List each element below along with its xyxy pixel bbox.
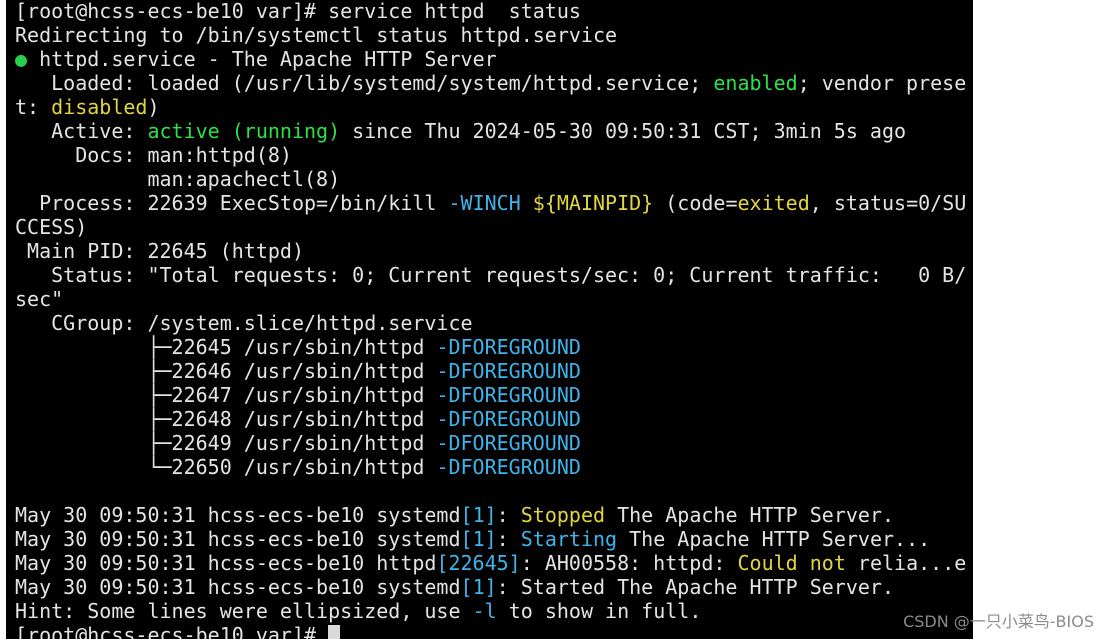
terminal-line: t: disabled)	[15, 95, 966, 119]
terminal-line: May 30 09:50:31 hcss-ecs-be10 httpd[2264…	[15, 551, 966, 575]
terminal-text: disabled	[51, 95, 148, 119]
terminal-line: ● httpd.service - The Apache HTTP Server	[15, 47, 966, 71]
terminal-line: Active: active (running) since Thu 2024-…	[15, 119, 966, 143]
terminal-text: to show in full.	[496, 599, 702, 623]
terminal-text: [root@hcss-ecs-be10 var]#	[15, 623, 329, 639]
terminal-text: Loaded: loaded (/usr/lib/systemd/system/…	[15, 71, 714, 95]
terminal-text: The Apache HTTP Server...	[617, 527, 931, 551]
terminal-line: [root@hcss-ecs-be10 var]# service httpd …	[15, 0, 966, 23]
terminal-text: ├─22645 /usr/sbin/httpd	[15, 335, 437, 359]
terminal-text: The Apache HTTP Server.	[605, 503, 895, 527]
terminal-text: May 30 09:50:31 hcss-ecs-be10 httpd	[15, 551, 437, 575]
terminal-text: ${MAINPID}	[532, 191, 654, 215]
terminal-text: CGroup: /system.slice/httpd.service	[15, 311, 473, 335]
terminal-line: ├─22649 /usr/sbin/httpd -DFOREGROUND	[15, 431, 966, 455]
terminal-line: Redirecting to /bin/systemctl status htt…	[15, 23, 966, 47]
terminal-text: [22645]	[436, 551, 521, 575]
terminal-text: Hint: Some lines were ellipsized, use	[15, 599, 473, 623]
terminal-line: CCESS)	[15, 215, 966, 239]
terminal-text: : Started The Apache HTTP Server.	[496, 575, 895, 599]
terminal-line: Loaded: loaded (/usr/lib/systemd/system/…	[15, 71, 966, 95]
terminal-text: Could not	[737, 551, 846, 575]
watermark-text: CSDN @一只小菜鸟-BIOS	[903, 612, 1094, 631]
terminal-text: -DFOREGROUND	[436, 335, 581, 359]
terminal-text: Status: "Total requests: 0; Current requ…	[15, 263, 967, 287]
terminal-text: ├─22646 /usr/sbin/httpd	[15, 359, 437, 383]
terminal-text: May 30 09:50:31 hcss-ecs-be10 systemd	[15, 503, 461, 527]
terminal-text: Active:	[15, 119, 148, 143]
terminal-text: May 30 09:50:31 hcss-ecs-be10 systemd	[15, 527, 461, 551]
terminal-line: ├─22645 /usr/sbin/httpd -DFOREGROUND	[15, 335, 966, 359]
terminal-text: [root@hcss-ecs-be10 var]# service httpd …	[15, 0, 581, 23]
terminal-text: -DFOREGROUND	[436, 407, 581, 431]
terminal-text: httpd.service - The Apache HTTP Server	[27, 47, 497, 71]
terminal-text: [1]	[460, 527, 497, 551]
terminal-line: May 30 09:50:31 hcss-ecs-be10 systemd[1]…	[15, 575, 966, 599]
terminal-line: ├─22648 /usr/sbin/httpd -DFOREGROUND	[15, 407, 966, 431]
terminal-text: Docs: man:httpd(8)	[15, 143, 292, 167]
status-dot-icon: ●	[15, 47, 28, 71]
terminal-line: May 30 09:50:31 hcss-ecs-be10 systemd[1]…	[15, 527, 966, 551]
terminal-text: :	[496, 527, 521, 551]
terminal-text: )	[147, 95, 160, 119]
terminal-text: :	[496, 503, 521, 527]
terminal-line: ├─22647 /usr/sbin/httpd -DFOREGROUND	[15, 383, 966, 407]
terminal-line: Hint: Some lines were ellipsized, use -l…	[15, 599, 966, 623]
terminal-line: CGroup: /system.slice/httpd.service	[15, 311, 966, 335]
cursor-block[interactable]	[328, 625, 341, 639]
terminal-text: sec"	[15, 287, 64, 311]
terminal-text: ├─22647 /usr/sbin/httpd	[15, 383, 437, 407]
terminal-text: -DFOREGROUND	[436, 359, 581, 383]
terminal-text: -l	[472, 599, 497, 623]
terminal-text: : AH00558: httpd:	[520, 551, 738, 575]
terminal-text: -DFOREGROUND	[436, 455, 581, 479]
terminal-line: Process: 22639 ExecStop=/bin/kill -WINCH…	[15, 191, 966, 215]
terminal-text: -WINCH	[448, 191, 521, 215]
terminal-line: sec"	[15, 287, 966, 311]
terminal-text: (code=	[653, 191, 738, 215]
terminal-text: , status=0/SU	[809, 191, 967, 215]
terminal-line: Status: "Total requests: 0; Current requ…	[15, 263, 966, 287]
terminal-text: ├─22649 /usr/sbin/httpd	[15, 431, 437, 455]
terminal-line: Main PID: 22645 (httpd)	[15, 239, 966, 263]
terminal-text: May 30 09:50:31 hcss-ecs-be10 systemd	[15, 575, 461, 599]
terminal-text: -DFOREGROUND	[436, 383, 581, 407]
terminal-text: Starting	[520, 527, 618, 551]
terminal-text: [1]	[460, 503, 497, 527]
terminal-text: relia...e	[845, 551, 967, 575]
terminal-text: [1]	[460, 575, 497, 599]
terminal-text: CCESS)	[15, 215, 88, 239]
terminal-text: Stopped	[520, 503, 606, 527]
terminal-window[interactable]: [root@hcss-ecs-be10 var]# service httpd …	[0, 0, 1110, 639]
terminal-line: Docs: man:httpd(8)	[15, 143, 966, 167]
terminal-output: [root@hcss-ecs-be10 var]# service httpd …	[15, 0, 966, 639]
terminal-text: ├─22648 /usr/sbin/httpd	[15, 407, 437, 431]
terminal-text: active (running)	[147, 119, 341, 143]
terminal-line: May 30 09:50:31 hcss-ecs-be10 systemd[1]…	[15, 503, 966, 527]
terminal-text: Process: 22639 ExecStop=/bin/kill	[15, 191, 449, 215]
terminal-line: └─22650 /usr/sbin/httpd -DFOREGROUND	[15, 455, 966, 479]
terminal-line: [root@hcss-ecs-be10 var]#	[15, 623, 966, 639]
terminal-text: -DFOREGROUND	[436, 431, 581, 455]
terminal-text: since Thu 2024-05-30 09:50:31 CST; 3min …	[340, 119, 907, 143]
terminal-text: ; vendor prese	[797, 71, 967, 95]
terminal-text: enabled	[713, 71, 798, 95]
terminal-text: man:apachectl(8)	[15, 167, 341, 191]
terminal-text: Main PID: 22645 (httpd)	[15, 239, 304, 263]
terminal-line: ├─22646 /usr/sbin/httpd -DFOREGROUND	[15, 359, 966, 383]
terminal-text: └─22650 /usr/sbin/httpd	[15, 455, 437, 479]
terminal-text: t:	[15, 95, 52, 119]
terminal-line: man:apachectl(8)	[15, 167, 966, 191]
terminal-text: exited	[737, 191, 810, 215]
terminal-text: Redirecting to /bin/systemctl status htt…	[15, 23, 618, 47]
